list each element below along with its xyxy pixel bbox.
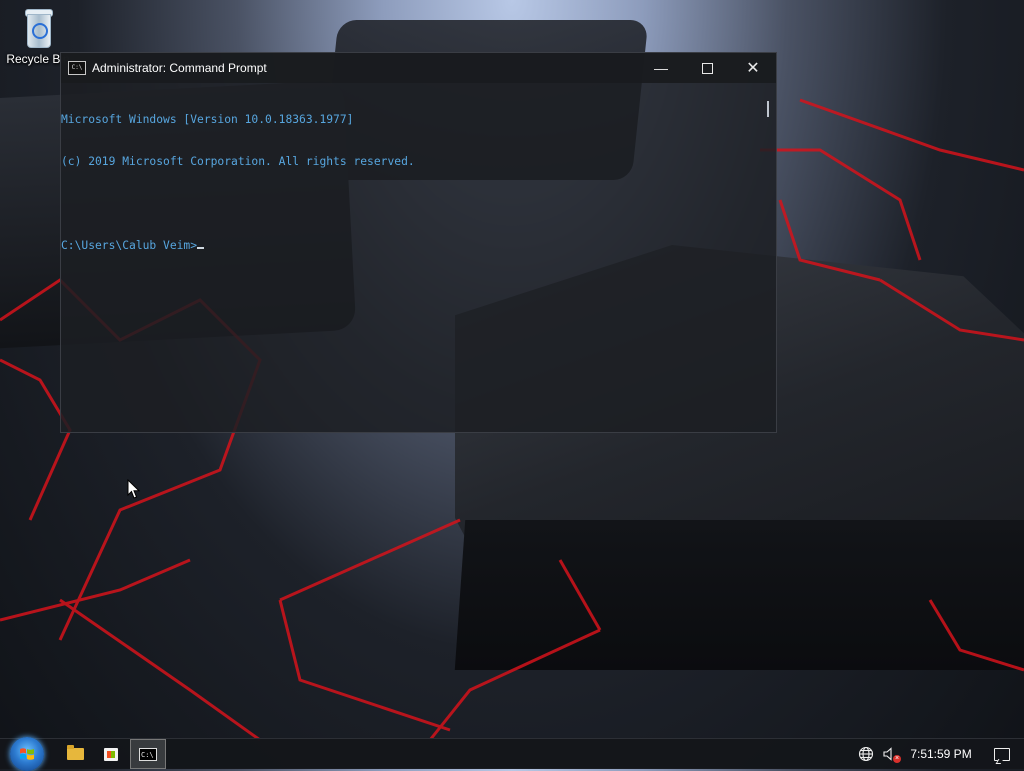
action-center-icon [994, 747, 1010, 761]
console-line: (c) 2019 Microsoft Corporation. All righ… [61, 155, 415, 168]
store-icon [104, 747, 118, 761]
maximize-button[interactable] [684, 53, 730, 83]
minimize-button[interactable]: — [638, 53, 684, 83]
system-tray: × 7:51:59 PM [854, 739, 1024, 769]
mouse-pointer-icon [127, 479, 141, 499]
console-prompt-line: C:\Users\Calub Veim> [61, 239, 760, 253]
mute-badge: × [893, 755, 901, 763]
volume-button[interactable]: × [878, 739, 902, 769]
taskbar-microsoft-store[interactable] [93, 739, 129, 769]
console-output[interactable]: Microsoft Windows [Version 10.0.18363.19… [61, 83, 760, 432]
maximize-icon [701, 62, 713, 74]
recycle-bin-icon [22, 6, 54, 48]
window-title: Administrator: Command Prompt [92, 61, 267, 75]
vertical-scrollbar[interactable] [760, 83, 776, 432]
taskbar: C:\ × 7:51:59 PM [0, 737, 1024, 771]
console-line: Microsoft Windows [Version 10.0.18363.19… [61, 113, 354, 126]
action-center-button[interactable] [980, 739, 1024, 769]
network-button[interactable] [854, 739, 878, 769]
folder-icon [66, 745, 84, 760]
clock[interactable]: 7:51:59 PM [902, 747, 980, 761]
command-prompt-window[interactable]: C:\ Administrator: Command Prompt — ✕ Mi… [60, 52, 777, 433]
cmd-icon: C:\ [68, 61, 86, 75]
windows-start-orb-icon [10, 737, 44, 771]
globe-icon [858, 746, 874, 762]
start-button[interactable] [8, 737, 46, 771]
console-prompt: C:\Users\Calub Veim> [61, 239, 198, 252]
text-cursor [197, 247, 205, 249]
scrollbar-thumb[interactable] [767, 101, 769, 117]
window-titlebar[interactable]: C:\ Administrator: Command Prompt — ✕ [61, 53, 776, 83]
cmd-icon: C:\ [139, 747, 157, 761]
taskbar-command-prompt[interactable]: C:\ [130, 739, 166, 769]
close-icon: ✕ [746, 60, 760, 77]
close-button[interactable]: ✕ [730, 53, 776, 83]
taskbar-file-explorer[interactable] [57, 739, 93, 769]
minimize-icon: — [654, 60, 668, 76]
